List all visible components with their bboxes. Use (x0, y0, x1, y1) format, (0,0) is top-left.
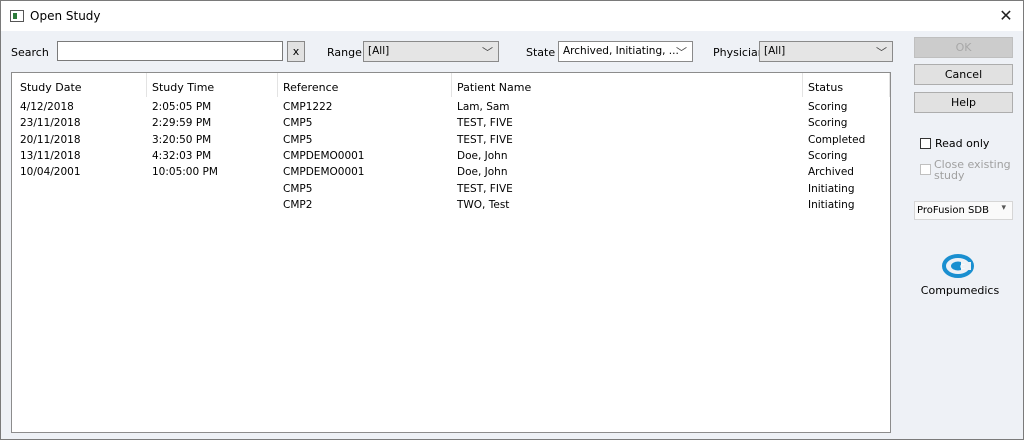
chevron-down-icon: ﹀ (876, 46, 887, 59)
column-header-study-time[interactable]: Study Time (152, 81, 214, 94)
physician-select[interactable]: [All] ﹀ (759, 41, 893, 62)
database-select[interactable]: ProFusion SDB ▾ (914, 201, 1013, 220)
table-cell[interactable]: CMP5 (283, 117, 312, 129)
clear-search-button[interactable]: x (287, 41, 305, 62)
table-cell[interactable]: Scoring (808, 101, 847, 113)
table-cell[interactable]: CMP5 (283, 183, 312, 195)
close-icon[interactable]: ✕ (995, 5, 1017, 27)
table-cell[interactable]: CMP5 (283, 134, 312, 146)
table-cell[interactable]: Lam, Sam (457, 101, 510, 113)
physician-label: Physician (713, 46, 765, 59)
table-cell[interactable]: 2:29:59 PM (152, 117, 211, 129)
compumedics-logo-icon: C (942, 254, 974, 278)
ok-button[interactable]: OK (914, 37, 1013, 58)
search-input[interactable] (57, 41, 283, 61)
table-cell[interactable]: Initiating (808, 199, 855, 211)
search-label: Search (11, 46, 49, 59)
compumedics-logo-text: Compumedics (920, 284, 1000, 297)
table-cell[interactable]: CMPDEMO0001 (283, 166, 365, 178)
state-select[interactable]: Archived, Initiating, ... ﹀ (558, 41, 693, 62)
table-cell[interactable]: Scoring (808, 150, 847, 162)
table-cell[interactable]: 10/04/2001 (20, 166, 81, 178)
help-button[interactable]: Help (914, 92, 1013, 113)
table-cell[interactable]: CMP2 (283, 199, 312, 211)
close-existing-label-line2: study (934, 169, 965, 182)
table-cell[interactable]: Archived (808, 166, 854, 178)
caret-down-icon: ▾ (1001, 203, 1006, 213)
title-bar: Open Study ✕ (1, 1, 1023, 31)
table-cell[interactable]: TEST, FIVE (457, 134, 513, 146)
column-header-reference[interactable]: Reference (283, 81, 338, 94)
table-cell[interactable]: TEST, FIVE (457, 183, 513, 195)
table-cell[interactable]: CMPDEMO0001 (283, 150, 365, 162)
table-cell[interactable]: Doe, John (457, 150, 507, 162)
range-select[interactable]: [All] ﹀ (363, 41, 499, 62)
table-cell[interactable]: 13/11/2018 (20, 150, 81, 162)
table-cell[interactable]: Completed (808, 134, 865, 146)
table-cell[interactable]: TEST, FIVE (457, 117, 513, 129)
chevron-down-icon: ﹀ (482, 46, 493, 59)
cancel-button[interactable]: Cancel (914, 64, 1013, 85)
table-cell[interactable]: Initiating (808, 183, 855, 195)
read-only-checkbox[interactable] (920, 138, 931, 149)
study-list[interactable]: Study Date Study Time Reference Patient … (11, 72, 891, 433)
table-cell[interactable]: 3:20:50 PM (152, 134, 211, 146)
range-label: Range (327, 46, 362, 59)
table-cell[interactable]: 10:05:00 PM (152, 166, 218, 178)
table-cell[interactable]: Scoring (808, 117, 847, 129)
close-existing-label: Close existing study (934, 159, 1011, 181)
column-header-status[interactable]: Status (808, 81, 843, 94)
state-value: Archived, Initiating, ... (563, 45, 679, 57)
database-value: ProFusion SDB (917, 205, 989, 216)
close-existing-checkbox[interactable] (920, 164, 931, 175)
window-app-icon (10, 10, 24, 22)
open-study-dialog: Open Study ✕ Search x Range [All] ﹀ Stat… (0, 0, 1024, 440)
table-cell[interactable]: CMP1222 (283, 101, 332, 113)
state-label: State (526, 46, 556, 59)
range-value: [All] (368, 45, 390, 57)
table-cell[interactable]: 2:05:05 PM (152, 101, 211, 113)
chevron-down-icon: ﹀ (676, 46, 687, 59)
table-cell[interactable]: Doe, John (457, 166, 507, 178)
svg-text:C: C (960, 263, 965, 271)
table-cell[interactable]: 20/11/2018 (20, 134, 81, 146)
table-cell[interactable]: TWO, Test (457, 199, 509, 211)
read-only-label: Read only (935, 137, 990, 150)
window-title: Open Study (30, 9, 101, 23)
table-cell[interactable]: 4:32:03 PM (152, 150, 211, 162)
physician-value: [All] (764, 45, 786, 57)
table-cell[interactable]: 4/12/2018 (20, 101, 74, 113)
table-cell[interactable]: 23/11/2018 (20, 117, 81, 129)
column-header-patient-name[interactable]: Patient Name (457, 81, 531, 94)
column-header-study-date[interactable]: Study Date (20, 81, 82, 94)
